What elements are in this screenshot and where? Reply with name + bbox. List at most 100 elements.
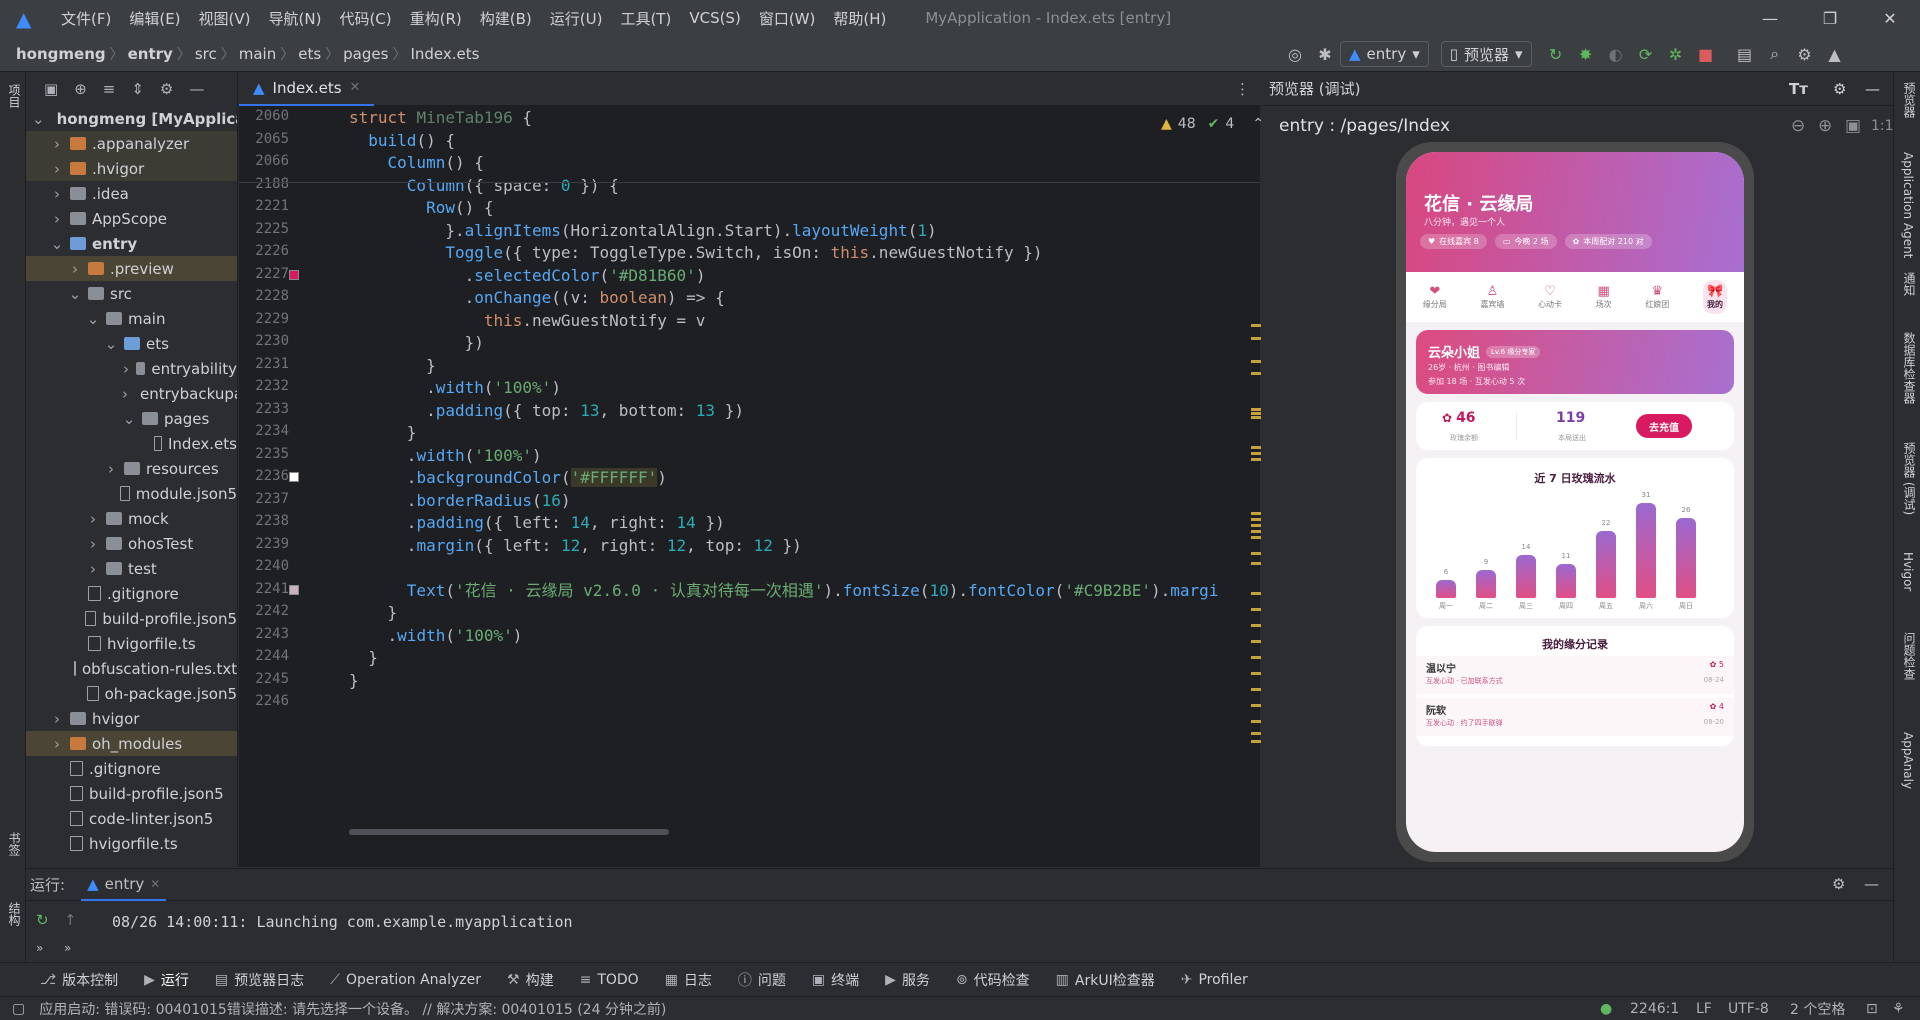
menu-item[interactable]: 构建(B) (471, 8, 541, 29)
menu-item[interactable]: 导航(N) (260, 8, 331, 29)
right-tool-tab[interactable]: 预览器 (1901, 82, 1918, 118)
menu-item[interactable]: 运行(U) (541, 8, 612, 29)
chart-bar[interactable] (1436, 579, 1456, 598)
zoom-out-icon[interactable]: ⊖ (1791, 116, 1805, 136)
chevron-right-icon[interactable]: › (86, 560, 100, 578)
zoom-in-icon[interactable]: ⊕ (1818, 116, 1832, 136)
tree-row[interactable]: › oh_modules (26, 731, 237, 756)
code-line[interactable]: } (349, 667, 359, 694)
chart-bar[interactable] (1516, 555, 1536, 598)
tree-row[interactable]: module.json5 (26, 481, 237, 506)
run-config-select[interactable]: ▲ entry ▾ (1340, 41, 1429, 67)
chevron-right-icon[interactable]: › (122, 360, 130, 378)
tree-row[interactable]: › .hvigor (26, 156, 237, 181)
bottom-tool-0[interactable]: ⎇ 版本控制 (40, 970, 118, 990)
breadcrumb-item[interactable]: pages (339, 45, 392, 63)
bottom-tool-12[interactable]: ✈ Profiler (1181, 972, 1248, 988)
close-button[interactable]: ✕ (1860, 0, 1920, 36)
chevron-right-icon[interactable]: › (50, 135, 64, 153)
notification-icon[interactable]: ⚘ (1892, 1001, 1905, 1017)
chart-bar[interactable] (1556, 564, 1576, 598)
project-tool-tab[interactable]: 项目 (6, 84, 23, 108)
gear-icon[interactable]: ⚙ (160, 80, 173, 98)
chevron-right-icon[interactable]: › (68, 260, 82, 278)
reload-icon[interactable]: ⟳ (1636, 44, 1656, 64)
tree-row[interactable]: build-profile.json5 (26, 606, 237, 631)
gear-icon[interactable]: ⚙ (1833, 80, 1846, 98)
folder-icon[interactable]: ▤ (1735, 44, 1755, 64)
hide-icon[interactable]: — (189, 80, 204, 98)
tree-row[interactable]: › AppScope (26, 206, 237, 231)
phone-screen[interactable]: 花信 · 云缘局 八分钟，遇见一个人 ♥ 在线嘉宾 8 ▭ 今晚 2 场 ✿ 本周配对 2… (1406, 152, 1744, 852)
tree-row[interactable]: hvigorfile.ts (26, 631, 237, 656)
file-encoding[interactable]: UTF-8 (1728, 1001, 1769, 1017)
more-options-icon[interactable]: ⋮ (1235, 80, 1250, 98)
text-size-icon[interactable]: Tт (1789, 80, 1808, 98)
right-tool-tab[interactable]: Application Agent (1901, 152, 1915, 258)
bottom-tool-3[interactable]: ⟋ Operation Analyzer (330, 972, 481, 988)
color-swatch[interactable] (289, 584, 299, 595)
tree-row[interactable]: ⌄ pages (26, 406, 237, 431)
maximize-button[interactable]: ❐ (1800, 0, 1860, 36)
bottom-tool-8[interactable]: ▣ 终端 (812, 970, 859, 990)
bug-icon[interactable]: ✱ (1315, 44, 1335, 64)
locate-icon[interactable]: ⊕ (74, 80, 87, 98)
app-tab[interactable]: ❤ 缘分局 (1423, 284, 1447, 310)
right-tool-tab[interactable]: 问题检查 (1901, 632, 1918, 680)
expand-icon[interactable]: ⇕ (131, 80, 144, 98)
menu-item[interactable]: VCS(S) (680, 9, 749, 27)
chevron-right-icon[interactable]: › (50, 160, 64, 178)
chevron-down-icon[interactable]: ⌄ (50, 235, 64, 253)
indent-setting[interactable]: 2 个空格 (1790, 999, 1845, 1019)
tree-row[interactable]: .gitignore (26, 581, 237, 606)
tree-row[interactable]: ⌄ ets (26, 331, 237, 356)
bottom-tool-5[interactable]: ≡ TODO (580, 972, 639, 988)
tree-row[interactable]: › .appanalyzer (26, 131, 237, 156)
menu-item[interactable]: 代码(C) (330, 8, 400, 29)
tree-row[interactable]: ⌄ src (26, 281, 237, 306)
minimize-button[interactable]: — (1740, 0, 1800, 36)
tree-row[interactable]: › hvigor (26, 706, 237, 731)
chevron-down-icon[interactable]: ⌄ (104, 335, 118, 353)
close-tab-icon[interactable]: ✕ (350, 80, 361, 95)
menu-item[interactable]: 编辑(E) (120, 8, 189, 29)
record-row[interactable]: 阮软 互发心动 · 约了四手联弹 ✿ 4 08-20 (1416, 698, 1734, 736)
chevron-right-icon[interactable]: › (122, 385, 128, 403)
tree-row[interactable]: code-linter.json5 (26, 806, 237, 831)
profile-card[interactable]: 云朵小姐 Lv.6 缘分专家 26岁 · 杭州 · 图书编辑 参加 18 场 ·… (1416, 330, 1734, 394)
right-tool-tab[interactable]: 预览器 (调试) (1901, 442, 1918, 515)
menu-item[interactable]: 工具(T) (611, 8, 680, 29)
tree-row[interactable]: Index.ets (26, 431, 237, 456)
bottom-tool-4[interactable]: ⚒ 构建 (507, 970, 554, 990)
search-icon[interactable]: ⌕ (1765, 44, 1785, 64)
run-tab-entry[interactable]: ▲ entry ✕ (81, 869, 167, 901)
app-tab[interactable]: ▦ 场次 (1596, 284, 1612, 310)
chart-bar[interactable] (1476, 570, 1496, 598)
code-line[interactable]: .margin({ left: 12, right: 12, top: 12 }… (349, 532, 802, 559)
fit-icon[interactable]: ▣ (1845, 116, 1861, 136)
gear-icon[interactable]: ⚙ (1795, 44, 1815, 64)
right-tool-tab[interactable]: 数据库检查器 (1901, 332, 1918, 404)
rerun-icon[interactable]: ↻ (36, 911, 49, 929)
tree-row[interactable]: ⌄ entry (26, 231, 237, 256)
breadcrumb-item[interactable]: main (235, 45, 280, 63)
bottom-tool-10[interactable]: ⊚ 代码检查 (956, 970, 1030, 990)
bottom-tool-6[interactable]: ▦ 日志 (665, 970, 712, 990)
tree-row[interactable]: › entryability (26, 356, 237, 381)
recharge-button[interactable]: 去充值 (1636, 414, 1692, 438)
tree-row[interactable]: ⌄ main (26, 306, 237, 331)
tree-row[interactable]: .gitignore (26, 756, 237, 781)
menu-item[interactable]: 视图(V) (190, 8, 260, 29)
bottom-tool-11[interactable]: ▥ ArkUI检查器 (1056, 970, 1155, 990)
tree-row[interactable]: build-profile.json5 (26, 781, 237, 806)
chevron-right-icon[interactable]: › (50, 185, 64, 203)
app-tab[interactable]: ♙ 嘉宾墙 (1480, 284, 1504, 310)
right-tool-tab[interactable]: Hvigor (1901, 552, 1915, 591)
chevron-down-icon[interactable]: ⌄ (122, 410, 136, 428)
chart-bar[interactable] (1596, 530, 1616, 598)
structure-tool-tab[interactable]: 结构 (6, 902, 23, 926)
stop-icon[interactable]: ■ (1696, 44, 1716, 64)
tree-row[interactable]: oh-package.json5 (26, 681, 237, 706)
app-tab[interactable]: ♛ 红娘团 (1645, 284, 1669, 310)
tree-row[interactable]: ⌄ hongmeng [MyApplication] (26, 106, 237, 131)
